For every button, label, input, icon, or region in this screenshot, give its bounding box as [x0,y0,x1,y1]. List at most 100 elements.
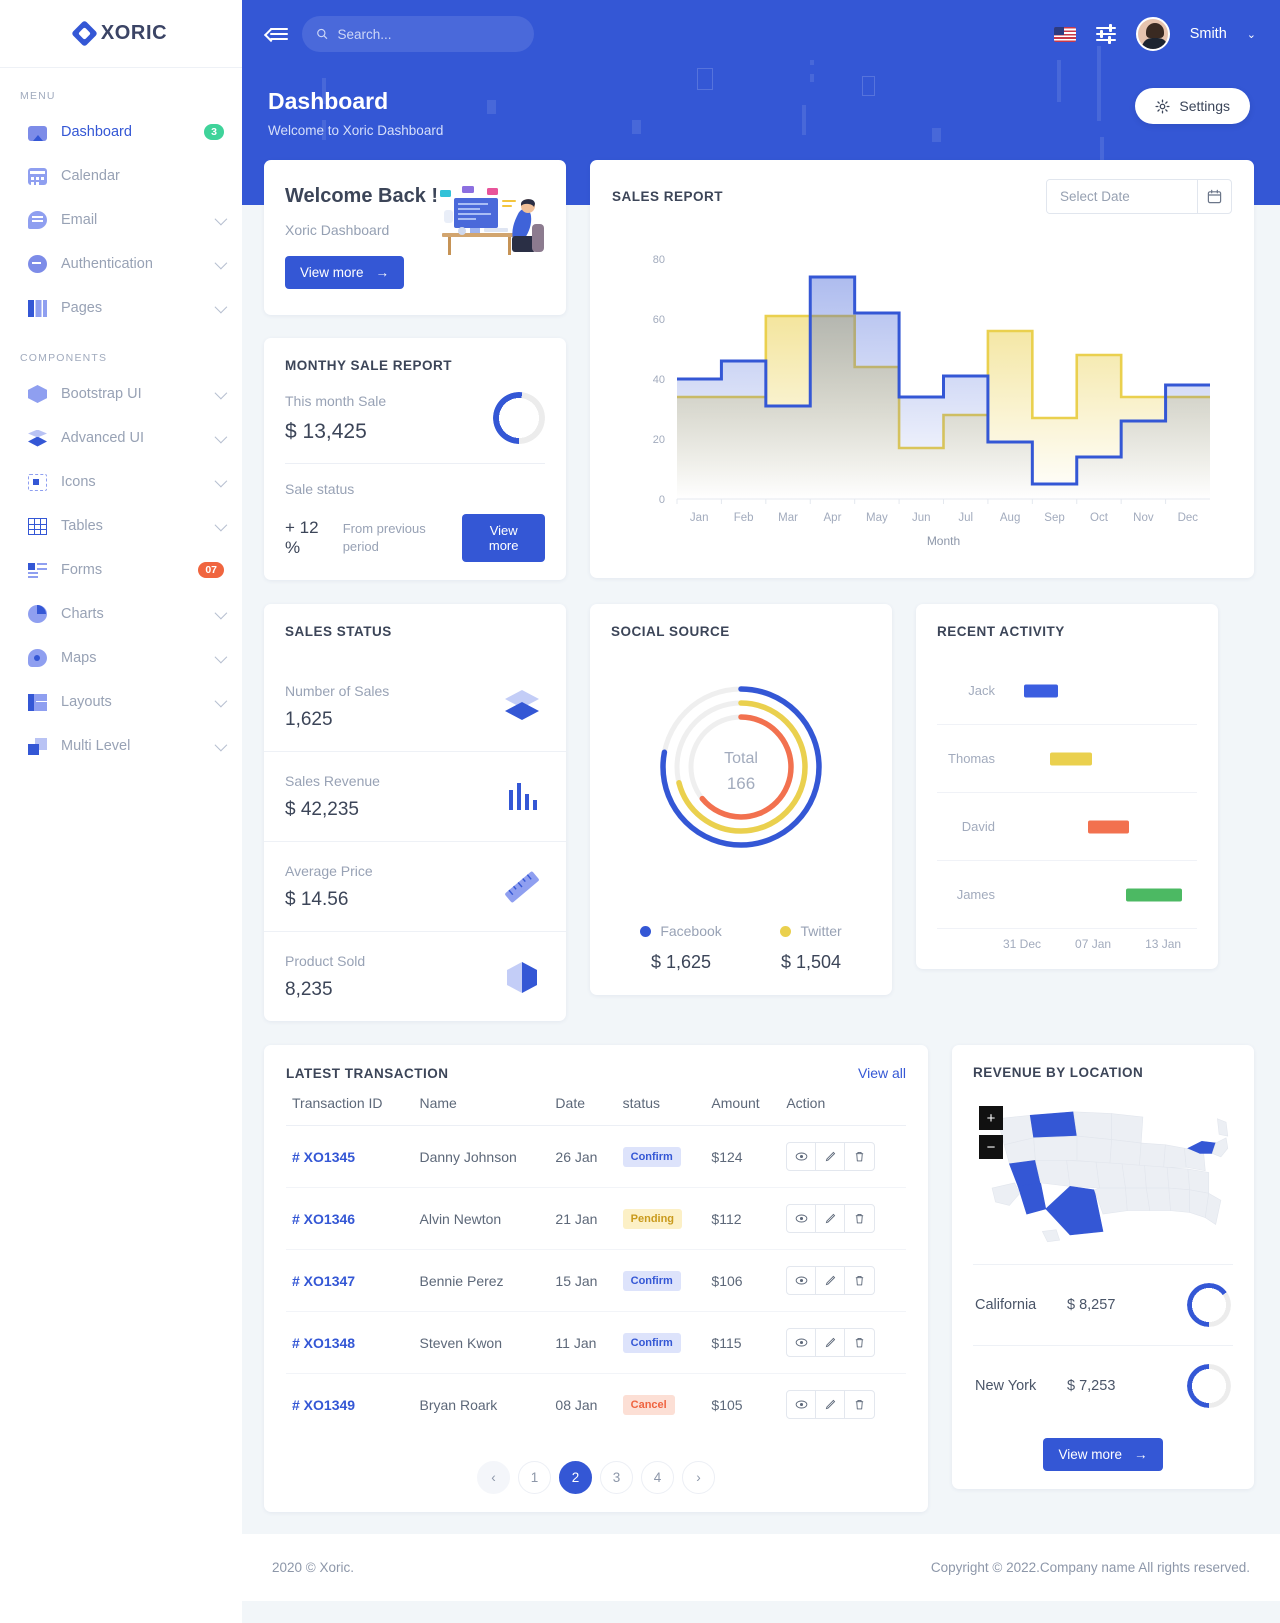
user-avatar[interactable] [1135,17,1170,51]
map-zoom-in-button[interactable]: + [979,1106,1003,1130]
collapse-sidebar-icon[interactable] [266,26,288,42]
eye-icon[interactable] [787,1329,817,1356]
chevron-down-icon[interactable] [214,694,228,707]
pagination-prev[interactable]: ‹ [477,1461,510,1494]
eye-icon[interactable] [787,1267,817,1294]
svg-text:Month: Month [927,534,960,548]
sales-report-title: SALES REPORT [612,189,724,204]
page-title: Dashboard [268,88,389,114]
chevron-down-icon[interactable] [214,256,228,269]
sidebar-item-tables[interactable]: Tables [0,504,242,548]
sale-change-percent: + 12 % [285,518,319,557]
pencil-icon[interactable] [816,1329,846,1356]
chevron-down-icon[interactable] [214,474,228,487]
pagination-page-2[interactable]: 2 [559,1461,592,1494]
welcome-view-more-button[interactable]: View more → [285,255,405,289]
eye-icon[interactable] [787,1205,817,1232]
svg-text:Oct: Oct [1090,512,1109,524]
map-zoom-out-button[interactable]: − [979,1135,1003,1159]
chevron-down-icon[interactable] [214,430,228,443]
chevron-down-icon[interactable] [214,212,228,225]
transaction-amount: $106 [705,1249,781,1312]
sidebar-item-email[interactable]: Email [0,198,242,242]
transaction-id[interactable]: # XO1348 [286,1311,414,1374]
chevron-down-icon[interactable] [214,606,228,619]
pencil-icon[interactable] [816,1205,846,1232]
table-row[interactable]: # XO1345 Danny Johnson 26 Jan Confirm $1… [286,1125,906,1188]
sidebar-item-pages[interactable]: Pages [0,286,242,330]
footer: 2020 © Xoric. Copyright © 2022.Company n… [242,1534,1280,1601]
select-date-input[interactable] [1047,180,1197,213]
pagination-page-4[interactable]: 4 [641,1461,674,1494]
authentication-icon [28,255,47,273]
pagination-page-3[interactable]: 3 [600,1461,633,1494]
table-row[interactable]: # XO1346 Alvin Newton 21 Jan Pending $11… [286,1187,906,1250]
divider [285,463,545,464]
sidebar-item-maps[interactable]: Maps [0,636,242,680]
search-input[interactable] [337,26,520,42]
sidebar-item-icons[interactable]: Icons [0,460,242,504]
trash-icon[interactable] [845,1391,874,1418]
transaction-id[interactable]: # XO1349 [286,1374,414,1436]
trash-icon[interactable] [845,1329,874,1356]
chevron-down-icon[interactable] [214,650,228,663]
table-header-cell: Transaction ID [286,1081,414,1126]
activity-track [1009,861,1197,928]
this-month-sale-value: $ 13,425 [285,419,367,443]
view-all-link[interactable]: View all [858,1065,906,1081]
pagination-next[interactable]: › [682,1461,715,1494]
chevron-down-icon[interactable] [214,300,228,313]
sidebar-item-multi level[interactable]: Multi Level [0,724,242,768]
social-source-card: SOCIAL SOURCE Total 166 Facebook $ 1,625 … [590,604,892,995]
monthly-sale-view-more-button[interactable]: View more [462,514,545,562]
chevron-down-icon[interactable] [214,738,228,751]
date-picker[interactable] [1046,179,1232,214]
table-row[interactable]: # XO1349 Bryan Roark 08 Jan Cancel $105 [286,1374,906,1436]
sidebar-item-label: Calendar [61,168,120,184]
transaction-amount: $124 [705,1125,781,1188]
svg-text:Aug: Aug [1000,512,1020,524]
sidebar-item-dashboard[interactable]: Dashboard 3 [0,110,242,154]
chevron-down-icon[interactable] [214,386,228,399]
pagination-page-1[interactable]: 1 [518,1461,551,1494]
transaction-id[interactable]: # XO1345 [286,1125,414,1188]
sales-status-value: 8,235 [285,979,333,1000]
sidebar-item-label: Tables [61,518,103,534]
row-overview: Welcome Back ! Xoric Dashboard View more… [264,160,1254,580]
transaction-id[interactable]: # XO1346 [286,1187,414,1250]
trash-icon[interactable] [845,1267,874,1294]
table-row[interactable]: # XO1348 Steven Kwon 11 Jan Confirm $115 [286,1311,906,1374]
sidebar-item-bootstrap ui[interactable]: Bootstrap UI [0,372,242,416]
sidebar-item-charts[interactable]: Charts [0,592,242,636]
sidebar-item-authentication[interactable]: Authentication [0,242,242,286]
pencil-icon[interactable] [816,1267,846,1294]
us-map[interactable]: + − [973,1094,1233,1264]
eye-icon[interactable] [787,1143,817,1170]
search-box[interactable] [302,16,534,52]
sliders-icon[interactable] [1095,24,1116,44]
trash-icon[interactable] [845,1205,874,1232]
calendar-icon[interactable] [1197,180,1231,213]
sales-status-row: Product Sold 8,235 [264,932,566,1021]
row-stats: SALES STATUS Number of Sales 1,625 Sales… [264,604,1254,1021]
sidebar-item-label: Bootstrap UI [61,386,142,402]
table-row[interactable]: # XO1347 Bennie Perez 15 Jan Confirm $10… [286,1249,906,1312]
sidebar-item-calendar[interactable]: Calendar [0,154,242,198]
us-flag-icon[interactable] [1053,26,1076,42]
sidebar-item-layouts[interactable]: Layouts [0,680,242,724]
sidebar-item-forms[interactable]: Forms 07 [0,548,242,592]
transaction-id[interactable]: # XO1347 [286,1249,414,1312]
sales-status-row: Number of Sales 1,625 [264,662,566,752]
revenue-amount: $ 8,257 [1067,1297,1116,1313]
eye-icon[interactable] [787,1391,817,1418]
settings-button[interactable]: Settings [1135,88,1250,124]
trash-icon[interactable] [845,1143,874,1170]
sidebar-item-advanced ui[interactable]: Advanced UI [0,416,242,460]
chevron-down-icon[interactable]: ⌄ [1247,28,1256,41]
pie-chart-icon [28,605,47,623]
brand-logo[interactable]: XORIC [0,0,242,68]
revenue-view-more-button[interactable]: View more → [1043,1438,1163,1471]
pencil-icon[interactable] [816,1391,846,1418]
pencil-icon[interactable] [816,1143,846,1170]
chevron-down-icon[interactable] [214,518,228,531]
